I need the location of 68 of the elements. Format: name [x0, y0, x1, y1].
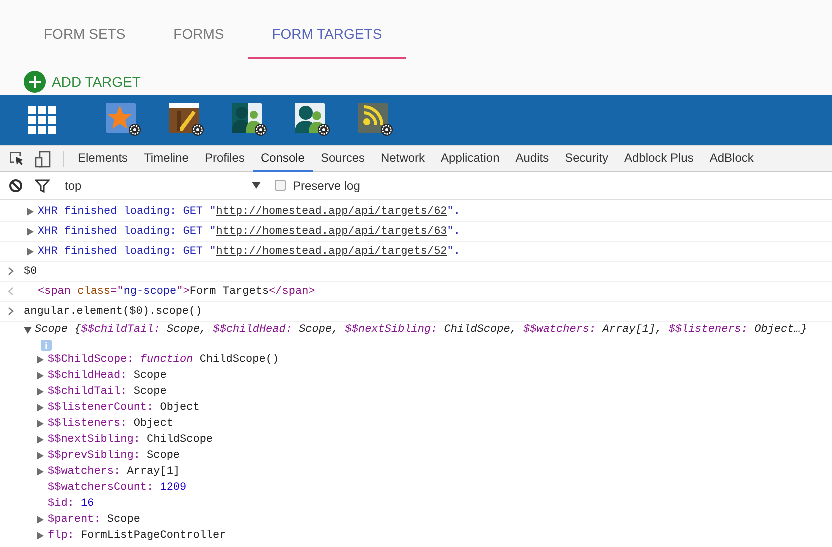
preserve-log-label: Preserve log [293, 178, 360, 192]
people-app-icon[interactable] [295, 103, 331, 137]
property-row: $$prevSibling: Scope [48, 450, 180, 462]
nav-tab[interactable]: FORM SETS [20, 12, 150, 59]
expand-triangle-icon[interactable] [27, 208, 34, 216]
console-command: angular.element($0).scope() [24, 306, 202, 318]
expand-triangle-icon[interactable] [37, 452, 44, 460]
devtools-tab[interactable]: AdBlock [702, 146, 762, 172]
console-result: <span class="ng-scope">Form Targets</span> [37, 286, 316, 298]
property-row: $parent: Scope [48, 514, 140, 526]
add-target-button[interactable]: ADD TARGET [52, 73, 141, 91]
devtools-tab[interactable]: Network [373, 146, 434, 172]
property-row: $$childTail: Scope [48, 386, 167, 398]
expand-triangle-icon[interactable] [37, 388, 44, 396]
property-row: $$listenerCount: Object [48, 402, 200, 414]
expand-triangle-icon[interactable] [37, 516, 44, 524]
console-message: XHR finished loading: GET "http://homestead.app/api/targets/63". [38, 226, 460, 238]
add-icon[interactable] [24, 71, 46, 93]
people-app-icon[interactable] [232, 103, 268, 137]
devtools-tab[interactable]: Profiles [196, 146, 253, 172]
nav-tab[interactable]: FORM TARGETS [248, 12, 406, 59]
property-row: $$nextSibling: ChildScope [48, 434, 214, 446]
context-select[interactable]: top [61, 176, 265, 196]
expand-triangle-icon[interactable] [37, 404, 44, 412]
devtools-tab[interactable]: Sources [312, 146, 374, 172]
nav-tab[interactable]: FORMS [150, 12, 248, 59]
device-toggle-icon[interactable] [35, 150, 51, 168]
filter-icon[interactable] [35, 178, 50, 192]
console-message: XHR finished loading: GET "http://homestead.app/api/targets/52". [38, 246, 460, 258]
property-row: flp: FormListPageController [48, 530, 226, 542]
property-row: $id: 16 [48, 498, 94, 510]
property-row: $$childHead: Scope [48, 370, 167, 382]
console-message: XHR finished loading: GET "http://homestead.app/api/targets/62". [38, 206, 460, 218]
expand-triangle-icon[interactable] [37, 468, 44, 476]
star-app-icon[interactable] [106, 103, 142, 137]
url-link[interactable]: http://homestead.app/api/targets/52 [216, 246, 448, 258]
devtools-tab[interactable]: Adblock Plus [616, 146, 702, 172]
result-icon [8, 287, 14, 296]
property-row: $$watchers: Array[1] [48, 466, 180, 478]
prompt-icon [8, 267, 14, 276]
inspect-icon[interactable] [9, 151, 25, 167]
property-row: $$watchersCount: 1209 [48, 482, 187, 494]
notebook-app-icon[interactable] [169, 103, 205, 137]
feed-app-icon[interactable] [358, 103, 394, 137]
expand-triangle-icon[interactable] [27, 228, 34, 236]
clear-console-icon[interactable] [9, 178, 23, 192]
expand-triangle-icon[interactable] [24, 326, 32, 334]
expand-triangle-icon[interactable] [37, 532, 44, 540]
devtools-tab[interactable]: Audits [508, 146, 558, 172]
devtools-tab[interactable]: Elements [70, 146, 136, 172]
property-row: $$ChildScope: function ChildScope() [48, 354, 280, 366]
caret-icon [252, 182, 261, 189]
preserve-log-checkbox[interactable] [275, 180, 286, 191]
devtools-tab[interactable]: Timeline [136, 146, 197, 172]
console-command: $0 [24, 266, 38, 278]
property-row: $$listeners: Object [48, 418, 174, 430]
url-link[interactable]: http://homestead.app/api/targets/63 [216, 226, 448, 238]
expand-triangle-icon[interactable] [37, 420, 44, 428]
expand-triangle-icon[interactable] [37, 436, 44, 444]
expand-triangle-icon[interactable] [37, 356, 44, 364]
devtools-tab[interactable]: Security [557, 146, 616, 172]
expand-triangle-icon[interactable] [27, 248, 34, 256]
expand-triangle-icon[interactable] [37, 372, 44, 380]
url-link[interactable]: http://homestead.app/api/targets/62 [216, 206, 448, 218]
app-grid-icon[interactable] [28, 106, 56, 134]
console-result: Scope {$$childTail: Scope, $$childHead: Scope, $$nextSibling: ChildScope, $$watchers: Array[1], $$listeners: Object…} [35, 324, 808, 336]
prompt-icon [8, 307, 14, 316]
devtools-tab[interactable]: Application [433, 146, 508, 172]
